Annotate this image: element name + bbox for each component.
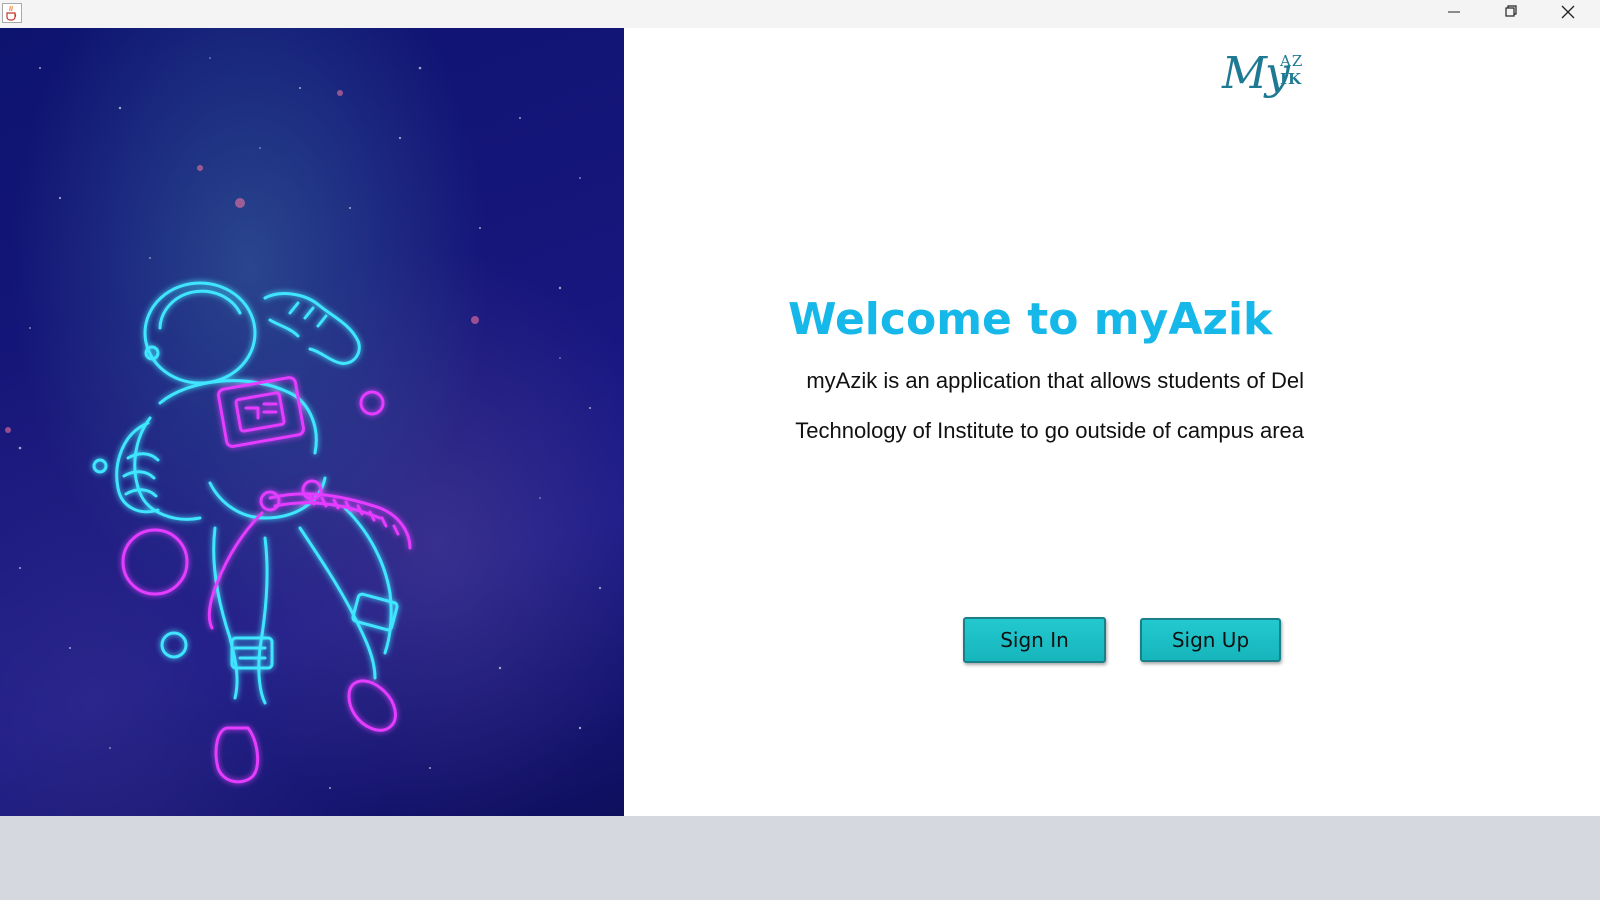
window-titlebar: [0, 0, 1600, 28]
close-button[interactable]: [1540, 0, 1596, 28]
astronaut-illustration: [0, 28, 624, 816]
minimize-icon: [1448, 5, 1460, 23]
logo-az-text: AZ: [1280, 52, 1304, 70]
close-icon: [1561, 5, 1575, 24]
restore-button[interactable]: [1483, 0, 1539, 28]
description-line-1: myAzik is an application that allows stu…: [806, 368, 1304, 393]
minimize-button[interactable]: [1426, 0, 1482, 28]
sign-up-button[interactable]: Sign Up: [1140, 618, 1281, 662]
sign-in-button[interactable]: Sign In: [963, 617, 1106, 663]
logo-my-text: My: [1222, 48, 1290, 99]
welcome-title: Welcome to myAzik: [788, 294, 1273, 345]
restore-icon: [1504, 5, 1518, 23]
myazik-logo: My AZ IK: [1222, 48, 1318, 108]
description-line-2: Technology of Institute to go outside of…: [795, 418, 1304, 443]
welcome-panel: My AZ IK Welcome to myAzik myAzik is an …: [624, 28, 1600, 816]
java-cup-icon[interactable]: [2, 3, 22, 23]
logo-ik-text: IK: [1280, 70, 1303, 88]
